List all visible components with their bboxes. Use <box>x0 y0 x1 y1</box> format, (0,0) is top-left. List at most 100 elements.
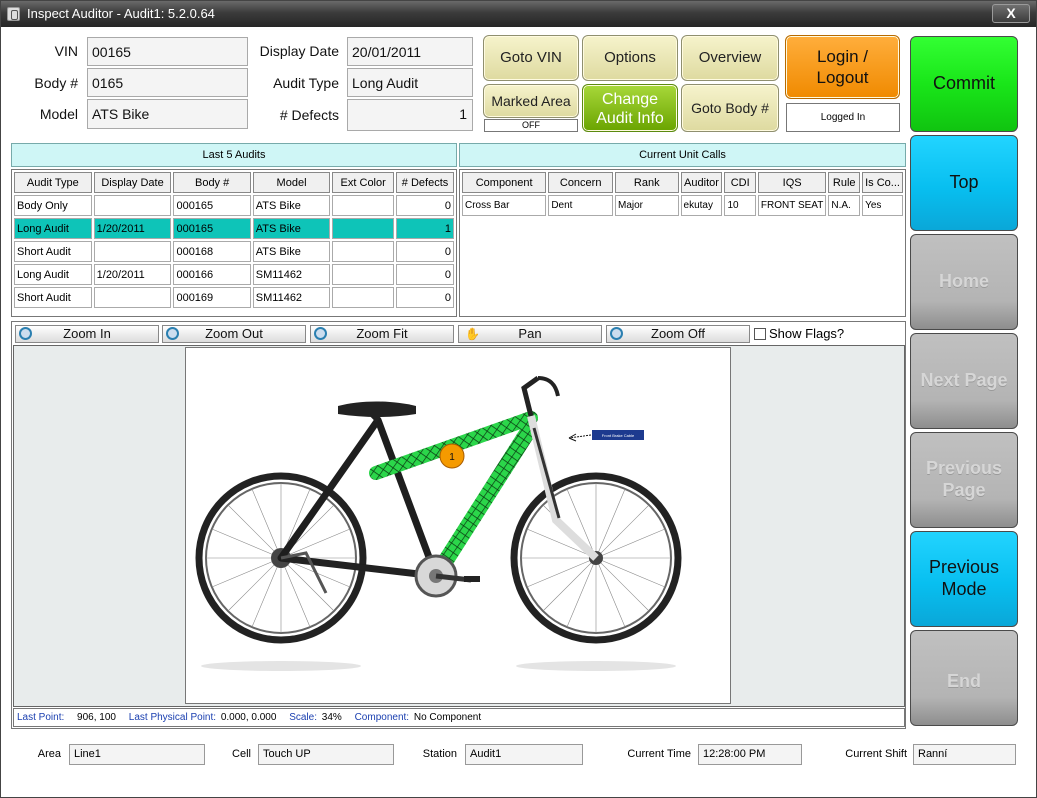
home-button[interactable]: Home <box>910 234 1018 330</box>
top-button[interactable]: Top <box>910 135 1018 231</box>
current-time-label: Current Time <box>627 748 691 760</box>
last-audits-cell: ATS Bike <box>252 218 331 239</box>
last-audits-row[interactable]: Long Audit 1/20/2011 000165 ATS Bike 1 <box>14 218 454 239</box>
home-label: Home <box>938 271 989 291</box>
last-audits-cell: ATS Bike <box>252 241 331 262</box>
last-point-value: 906, 100 <box>77 712 116 723</box>
marked-area-button[interactable]: Marked Area <box>483 84 579 118</box>
zoom-fit-button[interactable]: Zoom Fit <box>310 325 454 343</box>
unit-calls-cell: N.A. <box>828 195 861 216</box>
last-audits-head: Audit Type Display Date Body # Model Ext Col… <box>14 172 454 193</box>
unit-calls-cell: 10 <box>724 195 756 216</box>
display-date-label: Display Date <box>259 43 339 59</box>
close-button[interactable]: X <box>992 4 1030 23</box>
unit-calls-column-header[interactable]: IQS <box>757 172 827 193</box>
unit-calls-column-header[interactable]: Rank <box>615 172 679 193</box>
zoom-off-icon <box>610 327 623 340</box>
zoom-out-button[interactable]: Zoom Out <box>162 325 306 343</box>
pan-button[interactable]: ✋ Pan <box>458 325 602 343</box>
last-audits-cell: 000169 <box>173 287 251 308</box>
commit-button[interactable]: Commit <box>910 36 1018 132</box>
unit-calls-column-header[interactable]: Component <box>462 172 547 193</box>
unit-calls-column-header[interactable]: Auditor <box>680 172 723 193</box>
current-shift-label: Current Shift <box>845 748 907 760</box>
last-audits-row[interactable]: Long Audit 1/20/2011 000166 SM11462 0 <box>14 264 454 285</box>
next-page-label: Next Page <box>920 370 1008 390</box>
unit-calls-cell: Major <box>615 195 679 216</box>
show-flags-checkbox[interactable] <box>754 328 766 340</box>
audit-type-field[interactable]: Long Audit <box>347 68 473 97</box>
show-flags-label: Show Flags? <box>769 326 845 341</box>
model-field[interactable]: ATS Bike <box>87 99 248 129</box>
last-audits-cell: 1/20/2011 <box>93 264 172 285</box>
goto-vin-button[interactable]: Goto VIN <box>483 35 579 81</box>
bicycle-picture: 1 Front Brake Cable <box>195 375 682 671</box>
last-audits-column-header[interactable]: Audit Type <box>14 172 92 193</box>
zoom-in-button[interactable]: Zoom In <box>15 325 159 343</box>
display-date-field[interactable]: 20/01/2011 <box>347 37 473 66</box>
last-audits-cell: 0 <box>396 241 454 262</box>
component-label: Component: <box>354 712 410 723</box>
last-audits-column-header[interactable]: Body # <box>173 172 251 193</box>
end-button[interactable]: End <box>910 630 1018 726</box>
area-field: Line1 <box>69 744 205 765</box>
last-audits-column-header[interactable]: # Defects <box>396 172 454 193</box>
unit-calls-column-header[interactable]: Rule <box>828 172 861 193</box>
component-value: No Component <box>413 712 482 723</box>
last-audits-header: Last 5 Audits <box>11 143 457 167</box>
defects-field[interactable]: 1 <box>347 99 473 131</box>
status-bar: Last Point: 906, 100 Last Physical Point… <box>13 708 905 727</box>
end-label: End <box>947 671 981 691</box>
previous-page-button[interactable]: Previous Page <box>910 432 1018 528</box>
scale-value: 34% <box>321 712 342 723</box>
last-audits-column-header[interactable]: Ext Color <box>332 172 395 193</box>
unit-calls-row[interactable]: Cross Bar Dent Major ekutay 10 FRONT SEAT N.A.… <box>462 195 903 216</box>
last-audits-grid: Audit Type Display Date Body # Model Ext Col… <box>11 169 457 317</box>
last-audits-row[interactable]: Short Audit 000169 SM11462 0 <box>14 287 454 308</box>
defect-marker-label: 1 <box>449 452 455 463</box>
last-audits-cell <box>93 195 172 216</box>
audit-info-label: Audit Info <box>596 110 664 127</box>
last-audits-cell: 000168 <box>173 241 251 262</box>
model-label: Model <box>39 106 78 122</box>
options-button[interactable]: Options <box>582 35 678 81</box>
previous-page-label-2: Page <box>942 480 986 500</box>
vin-field[interactable]: 00165 <box>87 37 248 66</box>
logout-label: Logout <box>816 68 869 87</box>
last-audits-cell: SM11462 <box>252 264 331 285</box>
unit-calls-column-header[interactable]: CDI <box>724 172 756 193</box>
marked-area-state: OFF <box>484 119 578 132</box>
unit-calls-cell: Yes <box>862 195 903 216</box>
last-audits-column-header[interactable]: Model <box>252 172 331 193</box>
unit-calls-cell: Cross Bar <box>462 195 547 216</box>
next-page-button[interactable]: Next Page <box>910 333 1018 429</box>
last-audits-cell <box>332 218 395 239</box>
zoom-fit-label: Zoom Fit <box>356 326 408 341</box>
previous-mode-button[interactable]: Previous Mode <box>910 531 1018 627</box>
window-title: Inspect Auditor - Audit1: 5.2.0.64 <box>27 6 215 21</box>
bike-image[interactable]: 1 Front Brake Cable <box>185 347 731 704</box>
login-logout-button[interactable]: Login / Logout <box>785 35 900 99</box>
logged-in-status: Logged In <box>786 103 900 132</box>
unit-calls-column-header[interactable]: Concern <box>548 172 613 193</box>
last-audits-column-header[interactable]: Display Date <box>93 172 172 193</box>
change-audit-info-button[interactable]: Change Audit Info <box>582 84 678 132</box>
last-audits-row[interactable]: Short Audit 000168 ATS Bike 0 <box>14 241 454 262</box>
area-label: Area <box>37 748 61 760</box>
last-audits-cell: 000166 <box>173 264 251 285</box>
last-audits-cell <box>332 287 395 308</box>
goto-body-button[interactable]: Goto Body # <box>681 84 779 132</box>
station-label: Station <box>422 748 457 760</box>
unit-calls-grid: Component Concern Rank Auditor CDI IQS Rule Is … <box>459 169 906 317</box>
commit-label: Commit <box>933 73 995 93</box>
hand-icon: ✋ <box>465 327 480 341</box>
last-physical-point-label: Last Physical Point: <box>128 712 217 723</box>
zoom-off-button[interactable]: Zoom Off <box>606 325 750 343</box>
top-label: Top <box>949 172 979 192</box>
body-field[interactable]: 0165 <box>87 68 248 97</box>
last-audits-row[interactable]: Body Only 000165 ATS Bike 0 <box>14 195 454 216</box>
last-audits-cell <box>332 195 395 216</box>
overview-button[interactable]: Overview <box>681 35 779 81</box>
zoom-fit-icon <box>314 327 327 340</box>
unit-calls-column-header[interactable]: Is Co... <box>862 172 903 193</box>
